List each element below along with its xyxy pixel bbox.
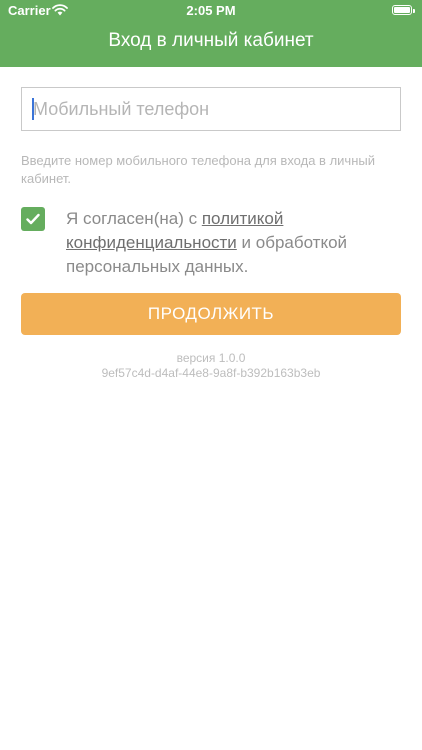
phone-input[interactable] [21,87,401,131]
status-time: 2:05 PM [186,3,236,18]
checkmark-icon [26,213,40,225]
continue-button[interactable]: ПРОДОЛЖИТЬ [21,293,401,335]
page-title: Вход в личный кабинет [108,30,314,51]
consent-checkbox[interactable] [21,207,45,231]
consent-text: Я согласен(на) с политикой конфиденциаль… [66,207,386,279]
app-version: версия 1.0.0 [176,351,246,365]
build-id: 9ef57c4d-d4af-44e8-9a8f-b392b163b3eb [101,366,321,380]
status-bar: Carrier 2:05 PM [0,0,422,22]
app-header: Carrier 2:05 PM Вход в личный кабинет [0,0,422,67]
phone-hint: Введите номер мобильного телефона для вх… [21,153,375,186]
consent-text-before: Я согласен(на) с [66,209,202,228]
text-cursor [32,98,34,120]
battery-icon [392,5,415,15]
